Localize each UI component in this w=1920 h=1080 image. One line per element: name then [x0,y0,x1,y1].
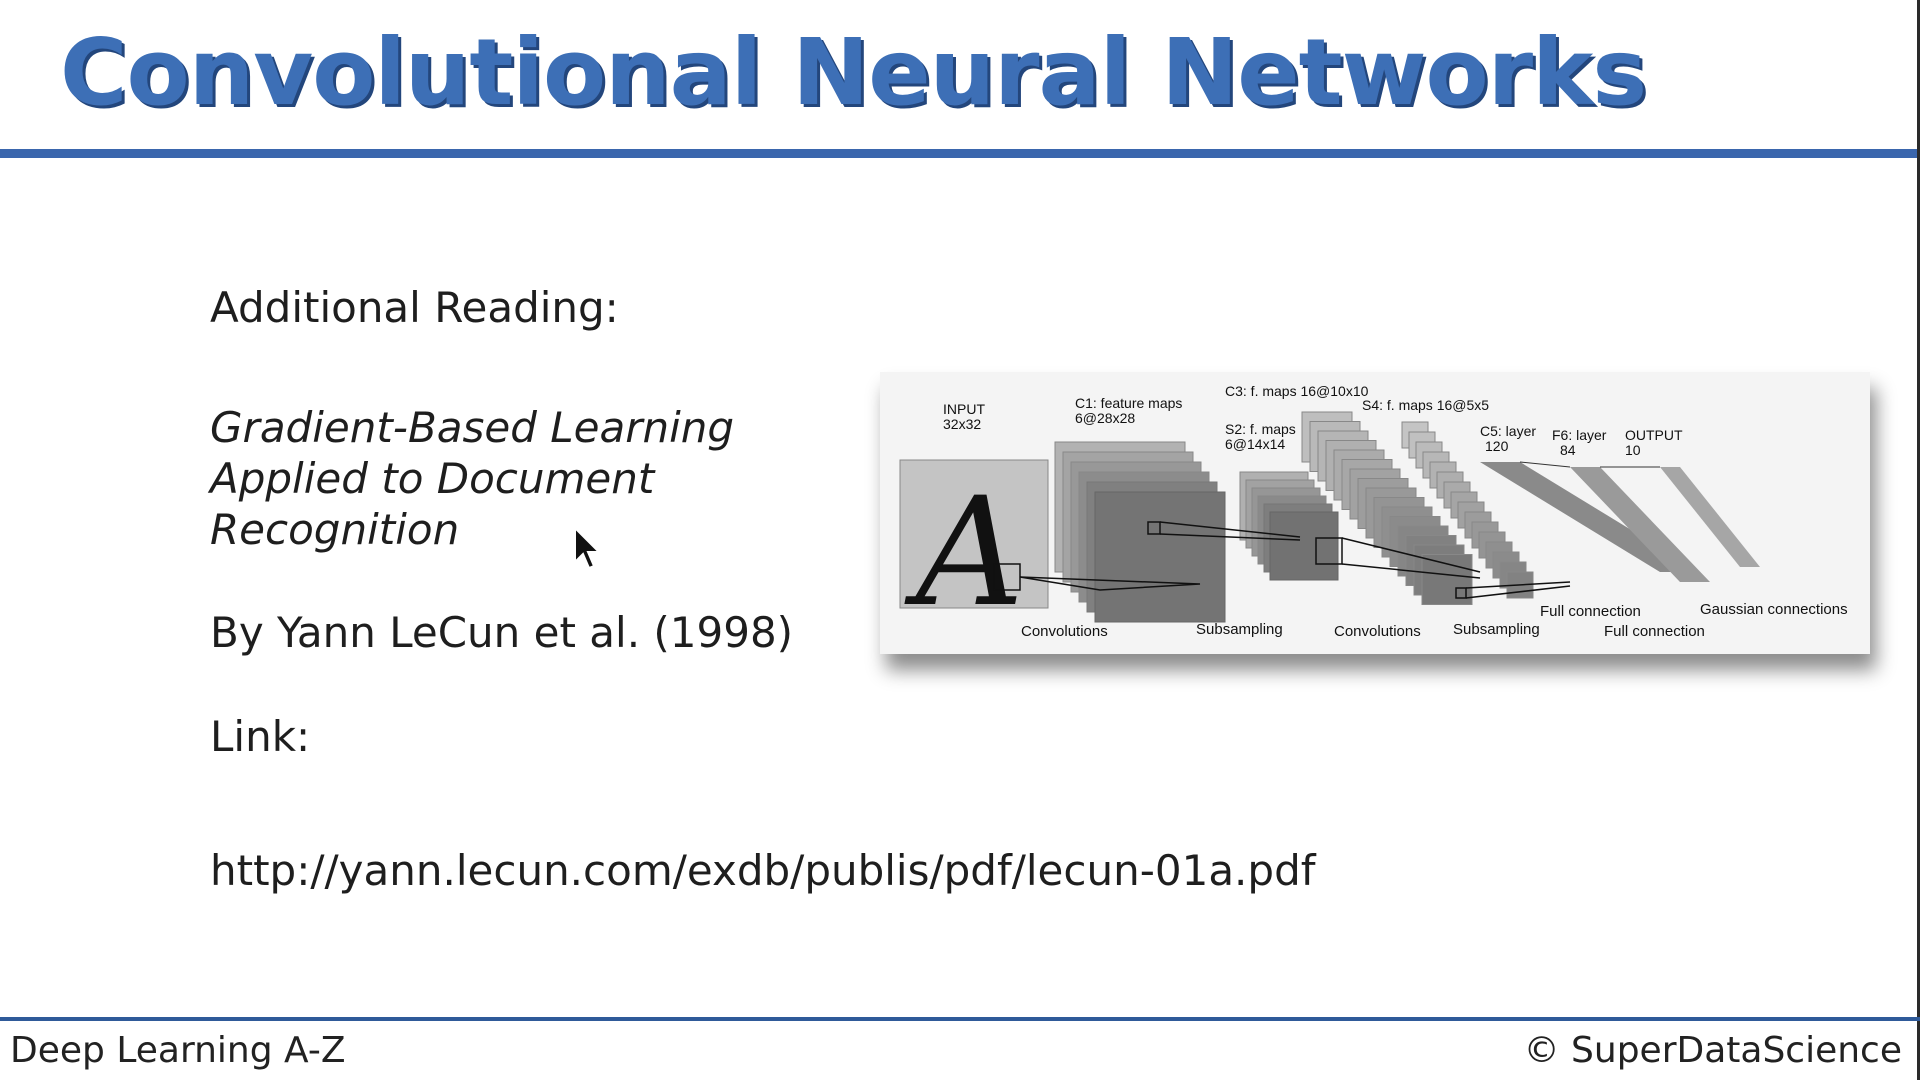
op-full-connection-2: Full connection [1604,623,1705,640]
c1-feature-maps [1054,441,1226,623]
brand-name: © SuperDataScience [1523,1030,1902,1071]
f6-label-1: F6: layer [1552,427,1607,443]
op-gaussian-connections: Gaussian connections [1700,601,1848,618]
c3-label: C3: f. maps 16@10x10 [1225,383,1369,399]
paper-title-line-1: Gradient-Based Learning [210,403,735,452]
c3g-map [1421,554,1473,605]
mouse-cursor-icon [574,526,602,570]
f6-label-2: 84 [1560,442,1576,458]
footer-divider [0,1017,1920,1021]
op-full-connection-1: Full connection [1540,603,1641,620]
output-label-1: OUTPUT [1625,427,1683,443]
course-name: Deep Learning A-Z [10,1030,346,1071]
c1-label-2: 6@28x28 [1075,410,1135,426]
s2-label-2: 6@14x14 [1225,436,1285,452]
op-convolutions-1: Convolutions [1021,623,1108,640]
op-subsampling-2: Subsampling [1453,621,1540,638]
op-convolutions-2: Convolutions [1334,623,1421,640]
s4-label: S4: f. maps 16@5x5 [1362,397,1489,413]
title-divider [0,149,1920,158]
input-label-1: INPUT [943,401,985,417]
paper-title-line-3: Recognition [210,505,460,554]
output-label-2: 10 [1625,442,1641,458]
link-label: Link: [210,712,311,761]
additional-reading-heading: Additional Reading: [210,283,619,332]
op-subsampling-1: Subsampling [1196,621,1283,638]
c5-label-1: C5: layer [1480,423,1536,439]
paper-author: By Yann LeCun et al. (1998) [210,608,794,657]
s2-label-1: S2: f. maps [1225,421,1296,437]
paper-title-line-2: Applied to Document [210,454,655,503]
input-glyph: A [904,466,1024,640]
lenet-diagram: A INPUT 32x32 C1: feature maps 6@28x28 S… [899,383,1848,640]
c1-label-1: C1: feature maps [1075,395,1182,411]
paper-link[interactable]: http://yann.lecun.com/exdb/publis/pdf/le… [210,846,1316,895]
c5-label-2: 120 [1485,438,1509,454]
input-label-2: 32x32 [943,416,981,432]
lenet-architecture-figure: A INPUT 32x32 C1: feature maps 6@28x28 S… [880,372,1870,654]
slide-title: Convolutional Neural Networks [60,19,1647,126]
paper-title: Gradient-Based Learning Applied to Docum… [210,402,734,555]
